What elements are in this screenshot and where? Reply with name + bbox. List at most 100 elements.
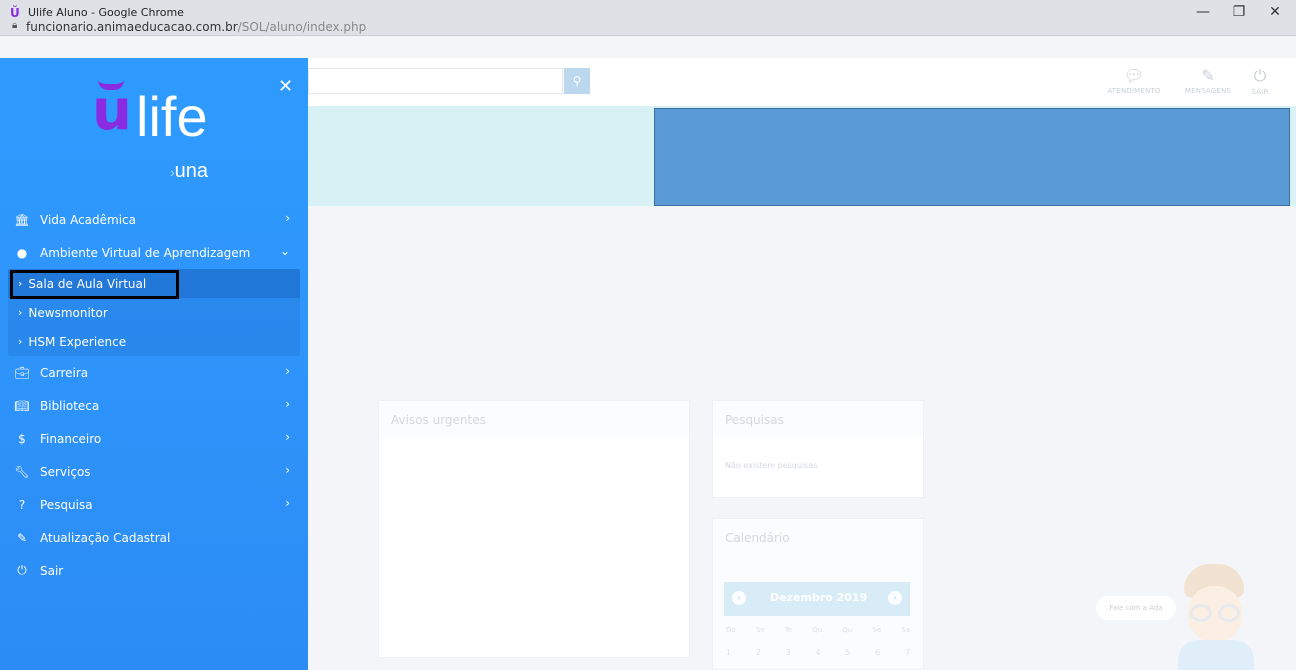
sair-top-label: SAIR — [1251, 88, 1269, 96]
submenu-item-label: HSM Experience — [28, 334, 127, 349]
sidebar: ✕ u life ›una 🏛︎ Vida Acadêmica › ● Ambi… — [0, 58, 308, 670]
avisos-title: Avisos urgentes — [391, 413, 486, 427]
search-icon: ⚲ — [572, 74, 582, 88]
day[interactable]: 1 — [726, 648, 731, 657]
calendar-header: ‹ Dezembro 2019 › — [724, 582, 910, 616]
mensagens-label: MENSAGENS — [1184, 87, 1232, 95]
chat-assistant-mascot[interactable] — [1164, 560, 1274, 670]
sidebar-item-label: Biblioteca — [40, 398, 100, 413]
chevron-right-icon: › — [285, 397, 290, 411]
globe-icon: ● — [16, 245, 28, 260]
power-icon: ⏻ — [1253, 66, 1267, 85]
edit-icon: ✎ — [1201, 66, 1215, 85]
sidebar-item-label: Vida Acadêmica — [40, 212, 136, 227]
wrench-icon: 🔧︎ — [14, 464, 30, 479]
atendimento-button[interactable]: 💬︎ ATENDIMENTO — [1104, 66, 1164, 95]
close-window-icon[interactable]: ✕ — [1260, 4, 1290, 20]
search-button[interactable]: ⚲ — [564, 68, 590, 94]
search-input[interactable] — [308, 68, 563, 94]
avisos-urgentes-card: Avisos urgentes — [378, 400, 690, 658]
sidebar-menu: 🏛︎ Vida Acadêmica › ● Ambiente Virtual d… — [8, 203, 300, 587]
calendar-month: Dezembro 2019 — [770, 591, 868, 604]
weekday: Se — [755, 626, 765, 634]
avisos-body — [379, 437, 689, 657]
annotation-highlight-box — [10, 270, 179, 299]
window-title: Ulife Aluno - Google Chrome — [28, 6, 184, 19]
edit-icon: ✎ — [16, 530, 28, 545]
briefcase-icon: 💼︎ — [14, 365, 30, 380]
sidebar-item-label: Pesquisa — [40, 497, 93, 512]
sidebar-item-ambiente-virtual[interactable]: ● Ambiente Virtual de Aprendizagem ⌄ — [8, 236, 300, 269]
day[interactable]: 7 — [905, 648, 910, 657]
sidebar-item-label: Atualização Cadastral — [40, 530, 171, 545]
chevron-right-icon: › — [285, 364, 290, 378]
sidebar-item-label: Financeiro — [40, 431, 102, 446]
day[interactable]: 5 — [845, 648, 850, 657]
lock-icon: 🔒︎ — [12, 20, 18, 31]
book-icon: 📖︎ — [14, 398, 30, 413]
day[interactable]: 3 — [786, 648, 791, 657]
address-bar[interactable]: funcionario.animaeducacao.com.br/SOL/alu… — [26, 20, 366, 34]
atendimento-label: ATENDIMENTO — [1107, 87, 1161, 95]
restore-icon[interactable]: ❐ — [1224, 4, 1254, 20]
url-host: funcionario.animaeducacao.com.br — [26, 20, 238, 34]
sair-top-button[interactable]: ⏻ SAIR — [1230, 66, 1290, 96]
app-topbar: ⚲ 💬︎ ATENDIMENTO ✎ MENSAGENS ⏻ SAIR — [308, 58, 1296, 106]
day[interactable]: 4 — [815, 648, 820, 657]
banner-blue-box — [654, 108, 1290, 206]
chevron-right-icon: › — [285, 430, 290, 444]
chevron-right-icon: › — [18, 335, 23, 348]
mascot-shirt — [1178, 640, 1254, 670]
sidebar-item-atualizacao-cadastral[interactable]: ✎ Atualização Cadastral — [8, 521, 300, 554]
ulife-app-icon: Ŭ — [10, 6, 20, 20]
power-icon: ⏻ — [17, 563, 27, 577]
submenu-item-label: Newsmonitor — [28, 305, 108, 320]
sidebar-item-carreira[interactable]: 💼︎ Carreira › — [8, 356, 300, 389]
calendario-title: Calendário — [725, 531, 790, 545]
calendar-next-icon[interactable]: › — [888, 591, 902, 605]
calendar-weekdays: Do Se Te Qu Qu Se Sa — [726, 626, 910, 634]
mensagens-button[interactable]: ✎ MENSAGENS — [1178, 66, 1238, 95]
sidebar-item-biblioteca[interactable]: 📖︎ Biblioteca › — [8, 389, 300, 422]
sidebar-close-icon[interactable]: ✕ — [278, 76, 293, 97]
day[interactable]: 2 — [756, 648, 761, 657]
question-icon: ? — [18, 497, 26, 512]
minimize-icon[interactable]: — — [1188, 4, 1218, 20]
chevron-right-icon: › — [285, 211, 290, 225]
pesquisas-title: Pesquisas — [725, 413, 784, 427]
ulife-logo: u life ›una — [92, 78, 242, 188]
url-path: /SOL/aluno/index.php — [237, 20, 367, 34]
pesquisas-empty-text: Não existem pesquisas — [725, 461, 818, 470]
chevron-right-icon: › — [285, 496, 290, 510]
chevron-right-icon: › — [285, 463, 290, 477]
mascot-glass-right — [1218, 604, 1240, 622]
weekday: Se — [872, 626, 882, 634]
weekday: Te — [784, 626, 793, 634]
sidebar-item-pesquisa[interactable]: ? Pesquisa › — [8, 488, 300, 521]
sidebar-item-label: Serviços — [40, 464, 91, 479]
sidebar-item-label: Carreira — [40, 365, 89, 380]
sidebar-item-label: Sair — [40, 563, 64, 578]
submenu-item-hsm-experience[interactable]: › HSM Experience — [8, 327, 300, 356]
calendar-prev-icon[interactable]: ‹ — [732, 591, 746, 605]
chevron-right-icon: › — [18, 306, 23, 319]
building-icon: 🏛︎ — [14, 212, 30, 227]
submenu-item-newsmonitor[interactable]: › Newsmonitor — [8, 298, 300, 327]
pesquisas-card: Pesquisas Não existem pesquisas — [712, 400, 924, 498]
chat-icon: 💬︎ — [1123, 66, 1145, 85]
weekday: Do — [726, 626, 736, 634]
sidebar-item-sair[interactable]: ⏻ Sair — [8, 554, 300, 587]
dollar-icon: $ — [18, 431, 26, 446]
chevron-down-icon: ⌄ — [279, 244, 290, 258]
weekday: Qu — [812, 626, 823, 634]
logo-una-text: ›una — [170, 160, 209, 182]
weekday: Qu — [842, 626, 853, 634]
weekday: Sa — [901, 626, 910, 634]
sidebar-item-vida-academica[interactable]: 🏛︎ Vida Acadêmica › — [8, 203, 300, 236]
sidebar-item-servicos[interactable]: 🔧︎ Serviços › — [8, 455, 300, 488]
mascot-glass-left — [1190, 604, 1212, 622]
sidebar-item-financeiro[interactable]: $ Financeiro › — [8, 422, 300, 455]
logo-una-label: una — [174, 160, 209, 182]
day[interactable]: 6 — [875, 648, 880, 657]
logo-life-text: life — [136, 85, 208, 148]
